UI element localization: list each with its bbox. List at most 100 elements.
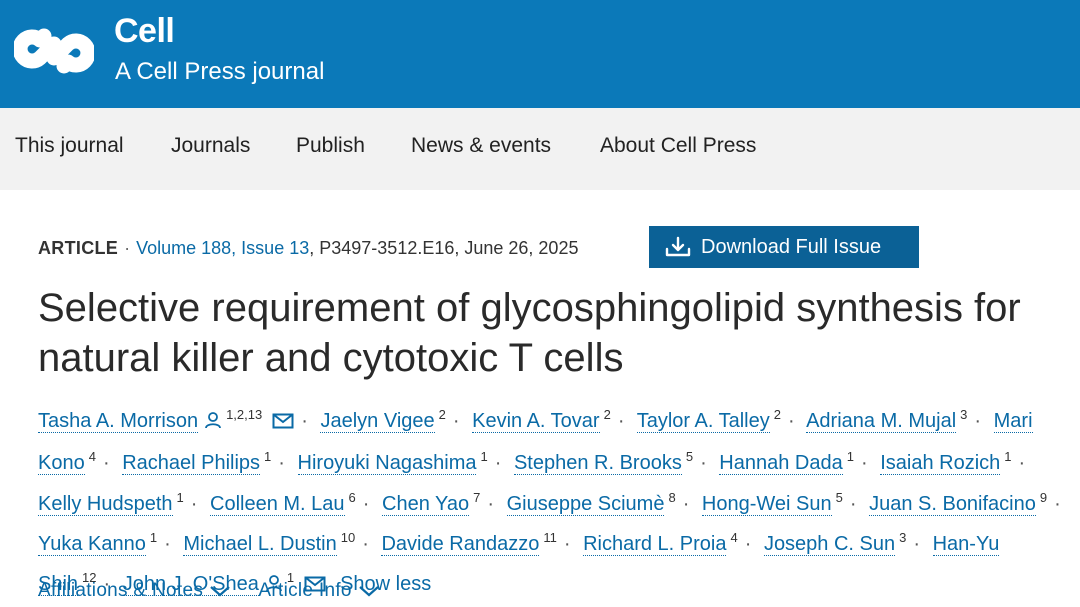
author-separator: · [849,492,857,515]
author-name[interactable]: Hiroyuki Nagashima [297,452,477,476]
author-name[interactable]: Joseph C. Sun [763,532,896,556]
affiliation-number: 5 [685,449,694,465]
affiliation-number: 4 [730,529,738,545]
chevron-down-icon [359,586,379,597]
author-entry: Colleen M. Lau 6 [210,489,356,516]
nav-item-this-journal[interactable]: This journal [15,134,124,158]
author-name[interactable]: Richard L. Proia [583,532,727,556]
author-entry: Kelly Hudspeth 1 [38,489,184,516]
affiliation-number: 2 [438,407,446,422]
affiliation-number: 1 [176,489,184,505]
nav-item-about-cell-press[interactable]: About Cell Press [600,134,756,158]
author-entry: Rachael Philips 1 [122,449,272,476]
author-entry: Isaiah Rozich 1 [880,449,1012,476]
affiliation-number: 1 [1004,449,1012,465]
pages-date-text: P3497-3512.E16, June 26, 2025 [319,238,579,258]
cell-logo-icon[interactable] [14,14,94,88]
author-name[interactable]: Davide Randazzo [381,532,540,556]
download-full-issue-button[interactable]: Download Full Issue [649,226,919,268]
affiliation-number: 10 [340,529,356,545]
site-header: Cell A Cell Press journal [0,0,1080,108]
email-icon[interactable] [272,407,294,440]
volume-issue-link[interactable]: Volume 188, Issue 13 [136,238,309,258]
brand-name[interactable]: Cell [114,12,175,51]
article-meta: ARTICLE · Volume 188, Issue 13, P3497-3512… [38,238,579,258]
affiliation-number: 1 [480,449,488,465]
author-entry: Tasha A. Morrison 1,2,13 [38,407,294,433]
author-entry: Chen Yao 7 [382,489,481,516]
author-separator: · [362,492,370,515]
affiliation-number: 6 [348,489,356,505]
chevron-down-icon [210,586,230,597]
author-name[interactable]: Rachael Philips [122,452,261,476]
affiliation-number: 9 [1039,489,1048,505]
author-entry: Giuseppe Sciumè 8 [506,489,676,516]
author-name[interactable]: Giuseppe Sciumè [506,492,665,516]
author-separator: · [913,532,921,555]
affiliation-number: 1 [264,449,272,465]
nav-item-journals[interactable]: Journals [171,134,250,158]
affiliation-number: 3 [960,407,968,422]
author-separator: · [102,452,110,475]
author-separator: · [787,410,795,432]
author-name[interactable]: Isaiah Rozich [880,452,1001,476]
article-title: Selective requirement of glycosphingolip… [38,286,1021,380]
author-name[interactable]: Kelly Hudspeth [38,492,173,516]
author-list: Tasha A. Morrison 1,2,13 · Jaelyn Vigee 2 · … [38,398,1078,603]
author-name[interactable]: Colleen M. Lau [210,492,345,516]
main-nav: This journal Journals Publish News & eve… [0,108,1080,190]
tab-label: Affiliations & Notes [38,580,204,601]
author-name[interactable]: Taylor A. Talley [636,410,770,433]
author-name[interactable]: Chen Yao [382,492,470,516]
author-separator: · [362,532,369,555]
author-name[interactable]: Yuka Kanno [38,532,146,556]
affiliation-number: 5 [835,489,843,505]
affiliation-number: 2 [603,407,611,422]
author-entry: Hiroyuki Nagashima 1 [297,449,488,476]
author-separator: · [278,452,285,475]
author-entry: Michael L. Dustin 10 [183,529,356,556]
author-separator: · [563,532,571,555]
article-type: ARTICLE [38,238,119,258]
tab-article-info[interactable]: Article Info [258,580,379,602]
affiliation-number: 3 [899,529,907,545]
author-name[interactable]: Michael L. Dustin [183,532,337,556]
author-separator: · [164,532,171,555]
author-separator: · [301,410,308,432]
pages-date: , [309,238,320,258]
affiliation-number: 1 [846,449,854,465]
download-icon [665,236,691,257]
affiliation-number: 1 [149,529,158,545]
author-entry: Juan S. Bonifacino 9 [869,489,1048,516]
author-entry: Hong-Wei Sun 5 [701,489,843,516]
tab-affiliations-notes[interactable]: Affiliations & Notes [38,580,231,602]
nav-item-publish[interactable]: Publish [296,134,365,158]
author-separator: · [974,410,982,432]
affiliation-number: 8 [668,489,676,505]
author-name[interactable]: Stephen R. Brooks [513,452,682,476]
tab-label: Article Info [258,580,352,601]
author-name[interactable]: Hannah Dada [719,452,843,476]
author-separator: · [1018,452,1026,475]
author-separator: · [1054,492,1061,515]
author-name[interactable]: Tasha A. Morrison [38,410,199,433]
author-entry: Taylor A. Talley 2 [636,407,781,433]
author-name[interactable]: Kevin A. Tovar [472,410,600,433]
author-name[interactable]: Adriana M. Mujal [806,410,957,433]
brand-subtitle: A Cell Press journal [115,58,325,85]
author-separator: · [682,492,690,515]
author-entry: Jaelyn Vigee 2 [320,407,446,433]
author-entry: Richard L. Proia 4 [583,529,738,556]
person-icon[interactable] [204,407,222,440]
author-separator: · [487,492,495,515]
author-name[interactable]: Jaelyn Vigee [320,410,435,433]
author-name[interactable]: Juan S. Bonifacino [869,492,1036,516]
nav-item-news-events[interactable]: News & events [411,134,551,158]
author-entry: Yuka Kanno 1 [38,529,158,556]
author-separator: · [744,532,752,555]
author-separator: · [190,492,198,515]
author-entry: Adriana M. Mujal 3 [806,407,968,433]
author-name[interactable]: Hong-Wei Sun [701,492,832,516]
affiliation-number: 2 [773,407,781,422]
affiliation-number: 7 [473,489,481,505]
